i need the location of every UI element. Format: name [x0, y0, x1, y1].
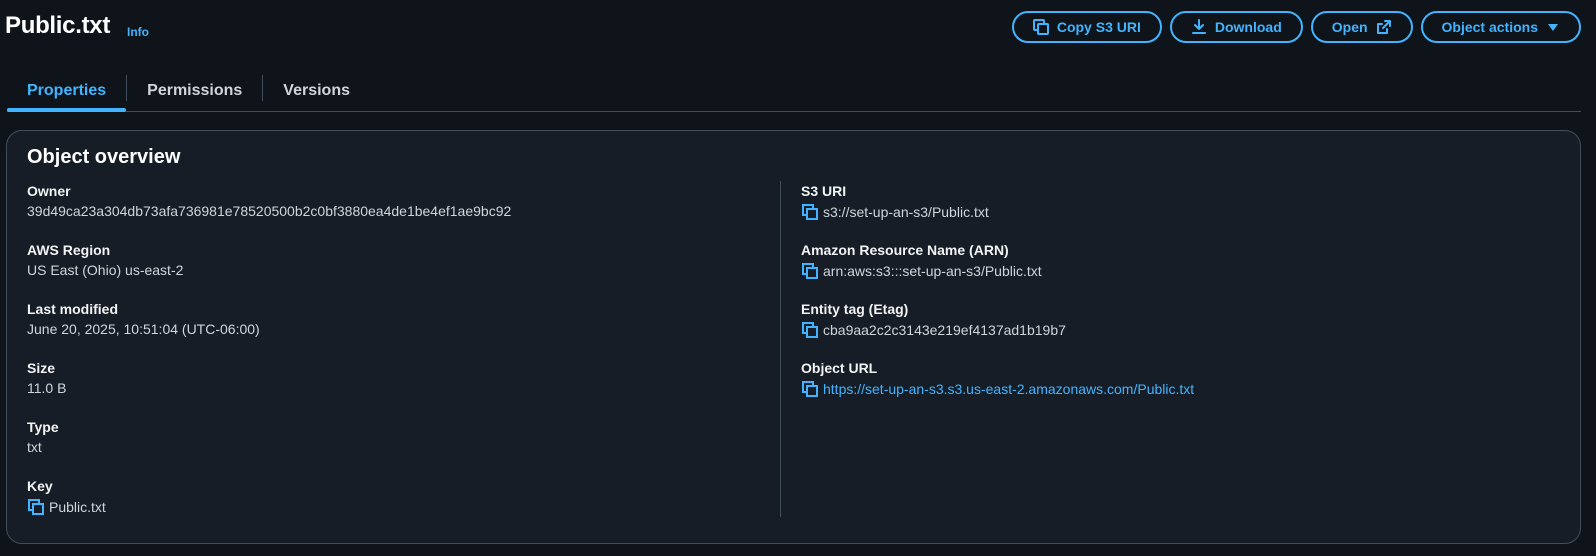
key-field: Key Public.txt — [27, 478, 767, 537]
type-field: Type txt — [27, 419, 767, 478]
size-label: Size — [27, 360, 56, 376]
arn-label: Amazon Resource Name (ARN) — [801, 242, 1009, 258]
caret-down-icon — [1546, 20, 1560, 34]
tab-versions[interactable]: Versions — [263, 70, 370, 111]
etag-value: cba9aa2c2c3143e219ef4137ad1b19b7 — [823, 322, 1066, 338]
external-link-icon — [1376, 19, 1392, 35]
copy-s3-uri-button[interactable]: Copy S3 URI — [1011, 11, 1162, 43]
copy-s3-uri-label: Copy S3 URI — [1056, 19, 1141, 35]
tab-permissions[interactable]: Permissions — [127, 70, 262, 111]
size-value: 11.0 B — [27, 380, 67, 396]
last-modified-value: June 20, 2025, 10:51:04 (UTC-06:00) — [27, 321, 260, 337]
overview-left-column: Owner 39d49ca23a304db73afa736981e7852050… — [27, 183, 767, 537]
copy-icon — [1032, 19, 1049, 35]
arn-field: Amazon Resource Name (ARN) arn:aws:s3:::… — [801, 242, 1561, 301]
info-link[interactable]: Info — [127, 25, 149, 39]
s3-uri-field: S3 URI s3://set-up-an-s3/Public.txt — [801, 183, 1561, 242]
copy-icon[interactable] — [801, 321, 819, 339]
download-label: Download — [1214, 19, 1282, 35]
tab-bar: Properties Permissions Versions — [7, 70, 1581, 112]
s3-uri-value: s3://set-up-an-s3/Public.txt — [823, 204, 989, 220]
object-url-label: Object URL — [801, 360, 878, 376]
header-actions: Copy S3 URI Download Open Object actions — [1011, 11, 1581, 43]
s3-uri-label: S3 URI — [801, 183, 847, 199]
object-overview-panel: Object overview Owner 39d49ca23a304db73a… — [6, 130, 1581, 544]
download-button[interactable]: Download — [1169, 11, 1303, 43]
copy-icon[interactable] — [27, 498, 45, 516]
region-value: US East (Ohio) us-east-2 — [27, 262, 184, 278]
region-label: AWS Region — [27, 242, 111, 258]
download-icon — [1191, 19, 1207, 35]
page-title: Public.txt — [5, 12, 111, 39]
panel-title: Object overview — [27, 146, 181, 168]
last-modified-label: Last modified — [27, 301, 119, 317]
object-url-field: Object URL https://set-up-an-s3.s3.us-ea… — [801, 360, 1561, 419]
etag-field: Entity tag (Etag) cba9aa2c2c3143e219ef41… — [801, 301, 1561, 360]
tab-properties[interactable]: Properties — [7, 70, 127, 112]
last-modified-field: Last modified June 20, 2025, 10:51:04 (U… — [27, 301, 767, 360]
open-button[interactable]: Open — [1310, 11, 1413, 43]
copy-icon[interactable] — [801, 203, 819, 221]
key-value: Public.txt — [49, 499, 106, 515]
owner-field: Owner 39d49ca23a304db73afa736981e7852050… — [27, 183, 767, 242]
owner-value: 39d49ca23a304db73afa736981e78520500b2c0b… — [27, 203, 512, 219]
size-field: Size 11.0 B — [27, 360, 767, 419]
copy-icon[interactable] — [801, 262, 819, 280]
copy-icon[interactable] — [801, 380, 819, 398]
open-label: Open — [1331, 19, 1368, 35]
type-value: txt — [27, 439, 42, 455]
region-field: AWS Region US East (Ohio) us-east-2 — [27, 242, 767, 301]
object-url-link[interactable]: https://set-up-an-s3.s3.us-east-2.amazon… — [823, 381, 1194, 397]
object-actions-label: Object actions — [1441, 19, 1538, 35]
object-actions-button[interactable]: Object actions — [1420, 11, 1581, 43]
owner-label: Owner — [27, 183, 71, 199]
arn-value: arn:aws:s3:::set-up-an-s3/Public.txt — [823, 263, 1042, 279]
etag-label: Entity tag (Etag) — [801, 301, 909, 317]
type-label: Type — [27, 419, 59, 435]
overview-right-column: S3 URI s3://set-up-an-s3/Public.txt Amaz… — [801, 183, 1561, 419]
column-divider — [780, 181, 781, 517]
key-label: Key — [27, 478, 53, 494]
page-header: Public.txt Info Copy S3 URI Download Ope… — [0, 0, 1596, 56]
